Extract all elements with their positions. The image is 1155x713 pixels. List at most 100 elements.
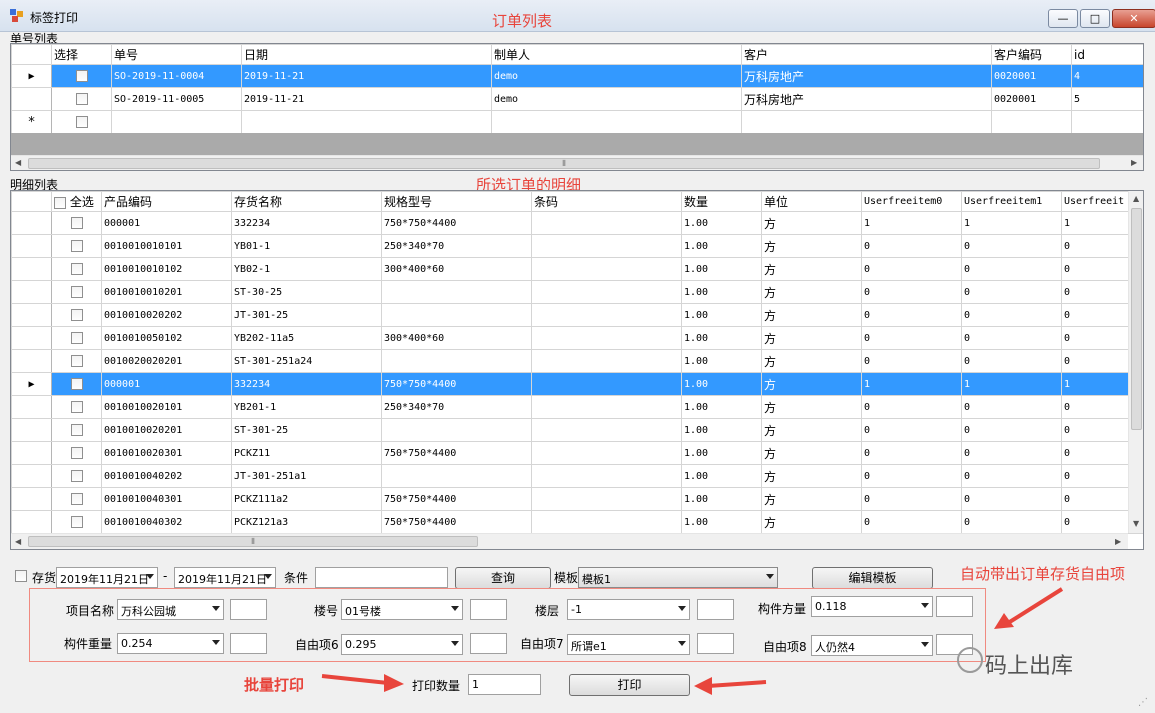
detail-select-checkbox-cell[interactable] — [51, 372, 102, 396]
col-header-date[interactable]: 日期 — [241, 44, 492, 65]
detail-select-checkbox[interactable] — [70, 355, 83, 367]
item6-extra-input[interactable] — [470, 633, 507, 654]
col-header-customer[interactable]: 客户 — [741, 44, 992, 65]
new-row-cell[interactable] — [991, 110, 1072, 134]
col-header-maker[interactable]: 制单人 — [491, 44, 742, 65]
detail-row[interactable]: 0010010020202 JT-301-25 1.00 方 0 0 0 — [11, 303, 1143, 327]
select-all-header[interactable]: 全选 — [51, 191, 102, 212]
detail-select-checkbox-cell[interactable] — [51, 234, 102, 258]
detail-select-checkbox[interactable] — [70, 332, 83, 344]
detail-select-checkbox[interactable] — [70, 378, 83, 390]
maximize-button[interactable]: □ — [1080, 9, 1110, 28]
detail-row[interactable]: ▶ 000001 332234 750*750*4400 1.00 方 1 1 1 — [11, 372, 1143, 396]
minimize-button[interactable]: — — [1048, 9, 1078, 28]
edit-template-button[interactable]: 编辑模板 — [812, 567, 933, 589]
condition-input[interactable] — [315, 567, 448, 588]
close-button[interactable]: ✕ — [1112, 9, 1155, 28]
volume-select[interactable]: 0.118 — [811, 596, 933, 617]
col-header-qty[interactable]: 数量 — [681, 191, 762, 212]
building-select[interactable]: 01号楼 — [341, 599, 463, 620]
order-select-checkbox[interactable] — [75, 116, 88, 128]
scroll-left-icon[interactable]: ◀ — [15, 537, 21, 546]
query-button[interactable]: 查询 — [455, 567, 551, 589]
select-all-checkbox[interactable] — [54, 196, 66, 209]
detail-select-checkbox[interactable] — [70, 470, 83, 482]
detail-select-checkbox-cell[interactable] — [51, 280, 102, 304]
detail-select-checkbox[interactable] — [70, 516, 83, 528]
print-button[interactable]: 打印 — [569, 674, 690, 696]
project-name-select[interactable]: 万科公园城 — [117, 599, 224, 620]
new-row-cell[interactable] — [241, 110, 492, 134]
volume-extra-input[interactable] — [936, 596, 973, 617]
order-grid-hscrollbar[interactable]: ◀ ⦀ ▶ — [11, 155, 1143, 170]
detail-row[interactable]: 0010010010102 YB02-1 300*400*60 1.00 方 0 0 0 — [11, 257, 1143, 281]
chevron-down-icon[interactable] — [921, 642, 929, 647]
item7-extra-input[interactable] — [697, 633, 734, 654]
template-select[interactable]: 模板1 — [578, 567, 778, 588]
col-header-unit[interactable]: 单位 — [761, 191, 862, 212]
scrollbar-thumb[interactable] — [1131, 208, 1142, 430]
item8-select[interactable]: 人仍然4 — [811, 635, 933, 656]
order-select-checkbox-cell[interactable] — [51, 110, 112, 134]
order-select-checkbox-cell[interactable] — [51, 87, 112, 111]
order-new-row[interactable]: * — [11, 110, 1143, 134]
chevron-down-icon[interactable] — [678, 641, 686, 646]
col-header-product-code[interactable]: 产品编码 — [101, 191, 232, 212]
detail-grid-vscrollbar[interactable]: ▲ ▼ — [1128, 191, 1143, 533]
detail-select-checkbox[interactable] — [70, 286, 83, 298]
col-header-customer-code[interactable]: 客户编码 — [991, 44, 1072, 65]
scrollbar-thumb[interactable]: ⦀ — [28, 158, 1100, 169]
floor-select[interactable]: -1 — [567, 599, 690, 620]
detail-select-checkbox-cell[interactable] — [51, 211, 102, 235]
date-to-picker[interactable]: 2019年11月21日 — [174, 567, 276, 588]
floor-extra-input[interactable] — [697, 599, 734, 620]
chevron-down-icon[interactable] — [146, 574, 154, 579]
chevron-down-icon[interactable] — [921, 603, 929, 608]
chevron-down-icon[interactable] — [212, 606, 220, 611]
detail-row[interactable]: 0010010040202 JT-301-251a1 1.00 方 0 0 0 — [11, 464, 1143, 488]
chevron-down-icon[interactable] — [678, 606, 686, 611]
building-extra-input[interactable] — [470, 599, 507, 620]
order-row[interactable]: ▶ SO-2019-11-0004 2019-11-21 demo 万科房地产 … — [11, 64, 1143, 88]
detail-select-checkbox-cell[interactable] — [51, 418, 102, 442]
new-row-cell[interactable] — [741, 110, 992, 134]
detail-row[interactable]: 0010010040301 PCKZ111a2 750*750*4400 1.00 方 0… — [11, 487, 1143, 511]
item6-select[interactable]: 0.295 — [341, 634, 463, 655]
detail-row[interactable]: 0010010040302 PCKZ121a3 750*750*4400 1.00 方 0… — [11, 510, 1143, 534]
detail-select-checkbox[interactable] — [70, 240, 83, 252]
project-name-extra-input[interactable] — [230, 599, 267, 620]
detail-select-checkbox-cell[interactable] — [51, 326, 102, 350]
order-grid[interactable]: 选择 单号 日期 制单人 客户 客户编码 id ▶ SO-2019-11-000… — [10, 43, 1144, 171]
col-header-stock-name[interactable]: 存货名称 — [231, 191, 382, 212]
detail-select-checkbox[interactable] — [70, 217, 83, 229]
detail-row[interactable]: 0010010010201 ST-30-25 1.00 方 0 0 0 — [11, 280, 1143, 304]
detail-select-checkbox[interactable] — [70, 424, 83, 436]
order-select-checkbox[interactable] — [75, 93, 88, 105]
col-header-select[interactable]: 选择 — [51, 44, 112, 65]
detail-row[interactable]: 000001 332234 750*750*4400 1.00 方 1 1 1 — [11, 211, 1143, 235]
detail-row[interactable]: 0010010020301 PCKZ11 750*750*4400 1.00 方 0 0 0 — [11, 441, 1143, 465]
scroll-up-icon[interactable]: ▲ — [1133, 194, 1139, 203]
order-row[interactable]: SO-2019-11-0005 2019-11-21 demo 万科房地产 00… — [11, 87, 1143, 111]
weight-extra-input[interactable] — [230, 633, 267, 654]
chevron-down-icon[interactable] — [766, 574, 774, 579]
resize-grip-icon[interactable]: ⋰ — [1138, 697, 1148, 708]
new-row-cell[interactable] — [1071, 110, 1143, 134]
col-header-order-no[interactable]: 单号 — [111, 44, 242, 65]
detail-select-checkbox[interactable] — [70, 493, 83, 505]
detail-select-checkbox[interactable] — [70, 401, 83, 413]
detail-select-checkbox-cell[interactable] — [51, 395, 102, 419]
print-qty-input[interactable]: 1 — [468, 674, 541, 695]
col-header-spec[interactable]: 规格型号 — [381, 191, 532, 212]
order-select-checkbox[interactable] — [75, 70, 88, 82]
chevron-down-icon[interactable] — [264, 574, 272, 579]
detail-select-checkbox-cell[interactable] — [51, 510, 102, 534]
detail-row[interactable]: 0010010020101 YB201-1 250*340*70 1.00 方 0 0 0 — [11, 395, 1143, 419]
detail-select-checkbox-cell[interactable] — [51, 303, 102, 327]
detail-select-checkbox[interactable] — [70, 309, 83, 321]
date-from-picker[interactable]: 2019年11月21日 — [56, 567, 158, 588]
select-all-label[interactable]: 全选 — [70, 195, 94, 209]
new-row-cell[interactable] — [491, 110, 742, 134]
detail-select-checkbox-cell[interactable] — [51, 349, 102, 373]
order-select-checkbox-cell[interactable] — [51, 64, 112, 88]
